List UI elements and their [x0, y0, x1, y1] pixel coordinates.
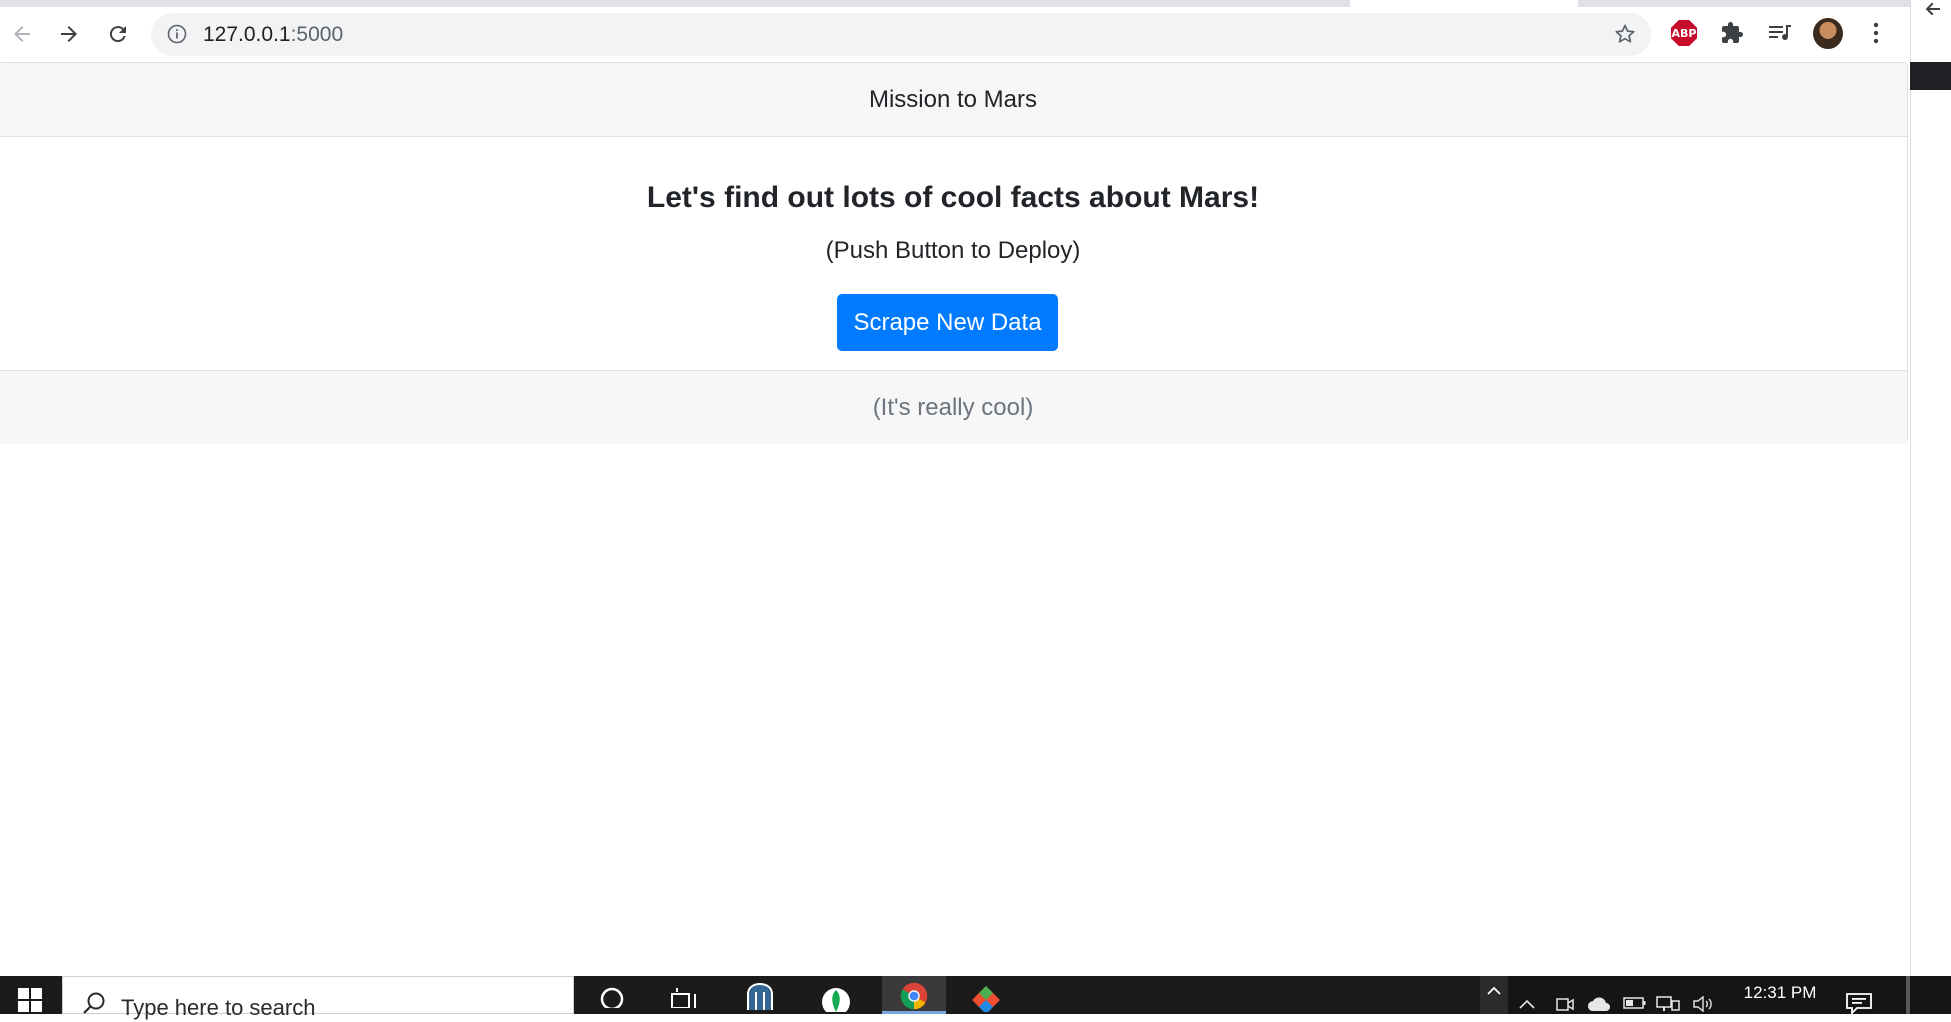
windows-logo-icon — [18, 988, 42, 1012]
chrome-taskbar-button[interactable] — [882, 976, 946, 1014]
network-icon[interactable] — [1656, 996, 1680, 1012]
task-view-button[interactable] — [655, 982, 715, 1014]
tray-overflow-button[interactable] — [1480, 976, 1508, 1014]
bookmark-star-icon[interactable] — [1613, 22, 1637, 51]
deploy-hint-text: (Push Button to Deploy) — [825, 237, 1081, 264]
windows-taskbar: Type here to search 12:31 PM — [0, 976, 1951, 1020]
url-port: :5000 — [290, 23, 344, 46]
card-body: Let's find out lots of cool facts about … — [0, 137, 1907, 370]
taskbar-clock[interactable]: 12:31 PM — [1730, 983, 1830, 1003]
diamond-app-icon — [972, 986, 1000, 1012]
url-text: 127.0.0.1:5000 — [203, 23, 343, 47]
taskbar-search-input[interactable]: Type here to search — [62, 976, 574, 1020]
card-footer: (It's really cool) — [0, 370, 1907, 444]
adjacent-window-edge — [1910, 0, 1951, 976]
chevron-up-icon — [1487, 986, 1501, 995]
page-content: Mission to Mars Let's find out lots of c… — [0, 62, 1909, 976]
reload-button[interactable] — [100, 16, 136, 52]
tab-strip — [0, 0, 1910, 7]
info-icon[interactable] — [167, 24, 187, 49]
chrome-icon — [900, 982, 928, 1010]
mongodb-compass-button[interactable] — [806, 982, 866, 1014]
address-bar[interactable]: 127.0.0.1:5000 — [151, 13, 1651, 56]
volume-icon[interactable] — [1692, 996, 1714, 1012]
notifications-icon[interactable] — [1845, 992, 1873, 1014]
mission-card: Mission to Mars Let's find out lots of c… — [0, 62, 1908, 444]
elephant-icon — [747, 982, 773, 1010]
search-placeholder: Type here to search — [121, 995, 316, 1020]
show-hidden-icon[interactable] — [1518, 996, 1536, 1010]
adblock-icon: ABP — [1671, 20, 1697, 46]
battery-icon[interactable] — [1623, 996, 1647, 1010]
onedrive-cloud-icon[interactable] — [1586, 996, 1612, 1012]
task-view-icon — [671, 988, 696, 1008]
chrome-menu-button[interactable] — [1861, 18, 1891, 48]
extensions-button[interactable] — [1717, 18, 1747, 48]
back-button[interactable] — [4, 16, 40, 52]
active-tab-edge — [1350, 0, 1578, 7]
postgres-app-button[interactable] — [730, 982, 790, 1014]
back-arrow-icon — [14, 26, 30, 42]
git-app-button[interactable] — [956, 982, 1016, 1014]
avatar — [1813, 17, 1843, 49]
media-controls-button[interactable] — [1765, 18, 1795, 48]
card-header: Mission to Mars — [0, 63, 1907, 137]
more-vertical-icon — [1873, 22, 1879, 44]
url-host: 127.0.0.1 — [203, 23, 291, 46]
adjacent-window-header — [1910, 62, 1951, 90]
show-desktop-button[interactable] — [1906, 976, 1910, 1014]
adblock-extension-button[interactable]: ABP — [1669, 18, 1699, 48]
back-arrow-icon — [1925, 2, 1940, 16]
start-button[interactable] — [0, 976, 60, 1014]
profile-button[interactable] — [1813, 17, 1843, 49]
puzzle-piece-icon — [1722, 22, 1743, 43]
queue-music-icon — [1769, 25, 1791, 41]
browser-toolbar: 127.0.0.1:5000 ABP — [0, 0, 1910, 62]
scrape-new-data-button[interactable]: Scrape New Data — [837, 294, 1058, 351]
forward-button[interactable] — [51, 16, 87, 52]
search-icon — [81, 991, 107, 1022]
meet-now-icon[interactable] — [1556, 996, 1574, 1012]
reload-icon — [109, 26, 126, 43]
page-title: Let's find out lots of cool facts about … — [646, 181, 1260, 214]
leaf-icon — [822, 988, 850, 1012]
forward-arrow-icon — [61, 26, 77, 42]
cortana-circle-icon — [600, 987, 624, 1008]
cortana-button[interactable] — [582, 982, 642, 1014]
